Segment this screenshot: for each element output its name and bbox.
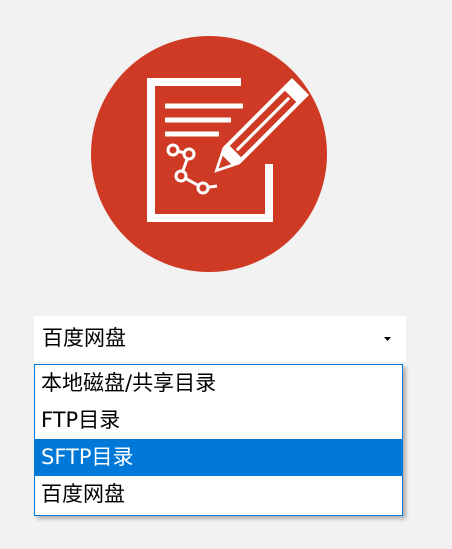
dropdown-arrow-button[interactable]: [370, 316, 406, 362]
option-ftp[interactable]: FTP目录: [35, 402, 402, 439]
storage-type-dropdown-list: 本地磁盘/共享目录 FTP目录 SFTP目录 百度网盘: [34, 364, 403, 516]
triangle-down-icon: [384, 337, 391, 341]
option-local-disk[interactable]: 本地磁盘/共享目录: [35, 365, 402, 402]
option-sftp[interactable]: SFTP目录: [35, 439, 402, 476]
option-baidu-netdisk[interactable]: 百度网盘: [35, 476, 402, 513]
edit-document-icon: [91, 36, 327, 272]
combobox-value: 百度网盘: [42, 326, 126, 350]
storage-type-combobox[interactable]: 百度网盘: [34, 316, 406, 362]
app-logo: [91, 36, 327, 272]
